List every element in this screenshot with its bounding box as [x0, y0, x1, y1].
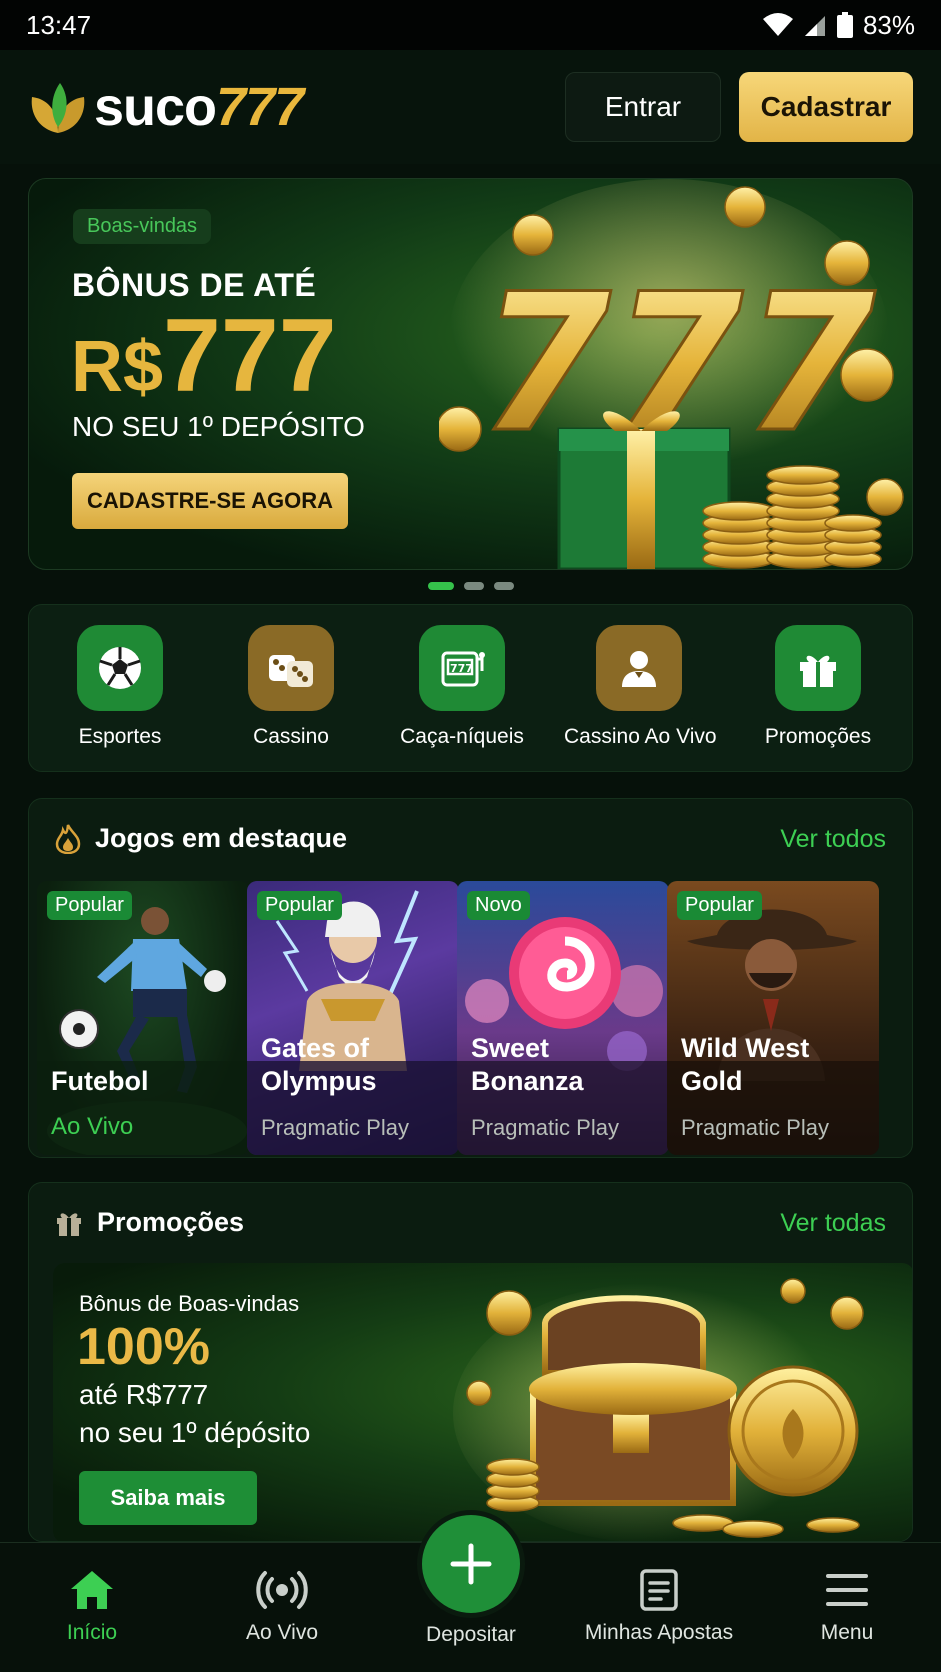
category-label: Cassino Ao Vivo [564, 725, 717, 748]
leaf-logo-icon [31, 83, 85, 133]
game-card-futebol[interactable]: Popular Futebol Ao Vivo [37, 881, 249, 1155]
hero-amount: R$777 [71, 304, 337, 408]
game-provider: Pragmatic Play [471, 1115, 619, 1140]
svg-text:777: 777 [450, 662, 473, 675]
deposit-fab-button[interactable] [417, 1510, 525, 1618]
hero-subline: NO SEU 1º DEPÓSITO [72, 411, 365, 442]
status-time: 13:47 [26, 9, 92, 40]
game-card-sweet-bonanza[interactable]: Novo Sweet Bonanza Pragmatic Play [457, 881, 669, 1155]
game-title: Gates of Olympus [261, 1033, 377, 1096]
battery-percent: 83% [862, 9, 915, 40]
game-card-gates-of-olympus[interactable]: Popular Gates of Olympus Pragmatic Play [247, 881, 459, 1155]
treasure-chest-illustration [453, 1278, 864, 1541]
nav-label: Minhas Apostas [584, 1621, 734, 1644]
category-label: Esportes [78, 725, 162, 748]
category-casino[interactable]: Cassino [216, 625, 366, 749]
home-icon [7, 1567, 177, 1613]
game-tag: Popular [677, 891, 762, 920]
hamburger-menu-icon [762, 1567, 932, 1613]
game-title: Wild West Gold [681, 1033, 810, 1096]
category-sports[interactable]: Esportes [45, 625, 195, 749]
featured-games-title: Jogos em destaque [95, 823, 348, 853]
cell-signal-icon [804, 16, 825, 36]
plus-icon [450, 1543, 492, 1585]
featured-games-section: Jogos em destaque Ver todos Popular Fute… [28, 798, 913, 1158]
nav-label: Depositar [426, 1623, 516, 1646]
category-shortcuts: Esportes Cassino 777 Caça-níqueis Cassin… [28, 604, 913, 772]
game-provider: Pragmatic Play [681, 1115, 829, 1140]
category-live-casino[interactable]: Cassino Ao Vivo [564, 625, 717, 749]
status-bar: 13:47 83% [0, 0, 941, 50]
promo-amount: até R$777 [79, 1379, 209, 1410]
promo-percent: 100% [77, 1318, 210, 1376]
slot-machine-icon: 777 [419, 625, 505, 711]
nav-label: Ao Vivo [246, 1621, 318, 1644]
lucky-777-gift-illustration: 777 [439, 179, 904, 569]
soccer-ball-icon [77, 625, 163, 711]
fire-icon [55, 823, 81, 854]
see-all-promotions-link[interactable]: Ver todas [780, 1209, 886, 1238]
nav-my-bets[interactable]: Minhas Apostas [574, 1567, 744, 1645]
welcome-bonus-card[interactable]: Bônus de Boas-vindas 100% até R$777 no s… [53, 1263, 912, 1541]
game-provider: Pragmatic Play [261, 1115, 409, 1140]
nav-home[interactable]: Início [7, 1567, 177, 1645]
broadcast-icon [197, 1567, 367, 1613]
gift-icon [57, 1212, 81, 1236]
category-label: Promoções [764, 725, 872, 748]
auth-buttons: Entrar Cadastrar [565, 72, 913, 142]
battery-icon [836, 12, 853, 38]
nav-label: Início [66, 1621, 118, 1644]
hero-currency: R$ [71, 327, 164, 407]
brand-logo[interactable]: suco777 [28, 76, 304, 138]
promo-label: Bônus de Boas-vindas [79, 1291, 300, 1316]
nav-deposit[interactable]: Depositar [386, 1615, 556, 1647]
nav-label: Menu [820, 1621, 874, 1644]
category-promotions[interactable]: Promoções [743, 625, 893, 749]
learn-more-button[interactable]: Saiba mais [79, 1471, 257, 1525]
cowboy-illustration [667, 909, 879, 1155]
see-all-games-link[interactable]: Ver todos [780, 825, 886, 854]
carousel-dot[interactable] [494, 582, 514, 590]
gift-icon [775, 625, 861, 711]
promo-condition: no seu 1º dépósito [79, 1417, 311, 1448]
dice-icon [248, 625, 334, 711]
app-header: suco777 Entrar Cadastrar [0, 50, 941, 164]
carousel-dot[interactable] [428, 582, 454, 590]
nav-menu[interactable]: Menu [762, 1567, 932, 1645]
brand-name: suco777 [94, 77, 304, 137]
wifi-icon [762, 13, 793, 36]
category-slots[interactable]: 777 Caça-níqueis [387, 625, 537, 749]
hero-signup-cta[interactable]: CADASTRE-SE AGORA [72, 473, 348, 529]
hero-badge: Boas-vindas [73, 209, 212, 244]
game-tag: Popular [47, 891, 132, 920]
promotions-header: Promoções [55, 1207, 244, 1238]
signup-button[interactable]: Cadastrar [739, 72, 913, 142]
game-tag: Popular [257, 891, 342, 920]
hero-amount-value: 777 [163, 298, 337, 414]
nav-live[interactable]: Ao Vivo [197, 1567, 367, 1645]
carousel-indicator [428, 582, 514, 590]
lollipop-candy-illustration [457, 917, 669, 1155]
zeus-illustration [247, 890, 459, 1155]
promotions-section: Promoções Ver todas Bônus de Boas-vindas… [28, 1182, 913, 1542]
receipt-icon [574, 1567, 744, 1613]
promotions-title: Promoções [97, 1207, 245, 1237]
category-label: Caça-níqueis [400, 725, 524, 748]
game-title: Sweet Bonanza [471, 1033, 584, 1096]
category-label: Cassino [253, 725, 329, 748]
featured-games-header: Jogos em destaque [55, 823, 347, 854]
dealer-icon [596, 625, 682, 711]
hero-banner[interactable]: Boas-vindas BÔNUS DE ATÉ R$777 NO SEU 1º… [28, 178, 913, 570]
game-title: Futebol [51, 1065, 149, 1096]
status-icons: 83% [762, 9, 915, 41]
game-card-wild-west-gold[interactable]: Popular Wild West Gold Pragmatic Play [667, 881, 879, 1155]
game-tag: Novo [467, 891, 530, 920]
game-subtitle: Ao Vivo [51, 1113, 134, 1140]
carousel-dot[interactable] [464, 582, 484, 590]
games-carousel: Popular Futebol Ao Vivo Popular Gates of… [37, 881, 912, 1157]
login-button[interactable]: Entrar [565, 72, 721, 142]
app-screen: 13:47 83% suco777 Entrar Cadastrar Boas-… [0, 0, 941, 1672]
